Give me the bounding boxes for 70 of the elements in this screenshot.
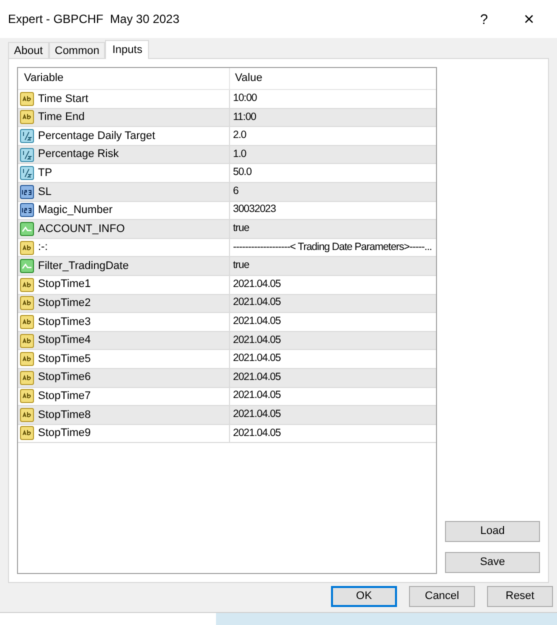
string-type-icon bbox=[20, 408, 34, 422]
value-cell[interactable]: -------------------< Trading Date Parameters>-----... bbox=[230, 238, 436, 256]
tab[interactable]: About bbox=[8, 42, 49, 58]
value-cell[interactable]: 30032023 bbox=[230, 202, 436, 220]
variable-name: :-: bbox=[38, 240, 48, 256]
variable-name: Magic_Number bbox=[38, 203, 113, 218]
value-cell[interactable]: 2021.04.05 bbox=[230, 388, 436, 406]
value-cell[interactable]: true bbox=[230, 220, 436, 238]
value-cell[interactable]: 2021.04.05 bbox=[230, 350, 436, 368]
value-cell[interactable]: 2.0 bbox=[230, 127, 436, 145]
value-cell[interactable]: 2021.04.05 bbox=[230, 368, 436, 386]
tab[interactable]: Inputs bbox=[105, 40, 150, 59]
string-type-icon bbox=[20, 278, 34, 292]
dialog-button[interactable]: Cancel bbox=[409, 586, 475, 607]
value-cell[interactable]: 10:00 bbox=[230, 90, 436, 108]
value-cell[interactable]: 50.0 bbox=[230, 164, 436, 182]
string-type-icon bbox=[20, 110, 34, 124]
variable-name: StopTime4 bbox=[38, 333, 91, 348]
value-cell[interactable]: 2021.04.05 bbox=[230, 294, 436, 312]
string-type-icon bbox=[20, 314, 34, 329]
variable-name: SL bbox=[38, 184, 52, 200]
dialog-button[interactable]: OK bbox=[331, 586, 397, 607]
tab[interactable]: Common bbox=[48, 42, 106, 58]
value-cell[interactable]: 2021.04.05 bbox=[230, 276, 436, 294]
fraction-type-icon bbox=[20, 148, 34, 162]
value-cell[interactable]: 2021.04.05 bbox=[230, 424, 436, 442]
string-type-icon bbox=[20, 92, 34, 106]
fraction-type-icon bbox=[20, 128, 34, 143]
variable-name: StopTime9 bbox=[38, 426, 91, 442]
fraction-type-icon bbox=[20, 166, 34, 180]
variable-name: Percentage Daily Target bbox=[38, 128, 156, 144]
string-type-icon bbox=[20, 370, 34, 385]
close-button[interactable]: × bbox=[509, 6, 549, 32]
string-type-icon bbox=[20, 334, 34, 348]
variable-name: StopTime2 bbox=[38, 296, 91, 312]
value-cell[interactable]: true bbox=[230, 257, 436, 275]
dialog-button[interactable]: Reset bbox=[487, 586, 553, 607]
string-type-icon bbox=[20, 296, 34, 310]
toggle-type-icon bbox=[20, 259, 34, 274]
variable-name: StopTime6 bbox=[38, 370, 91, 386]
value-cell[interactable]: 2021.04.05 bbox=[230, 332, 436, 350]
variable-name: Time End bbox=[38, 110, 85, 126]
column-header[interactable]: Value bbox=[230, 68, 436, 89]
variable-name: Percentage Risk bbox=[38, 147, 119, 162]
toggle-type-icon bbox=[20, 222, 34, 236]
variable-name: StopTime1 bbox=[38, 277, 91, 292]
number-type-icon bbox=[20, 184, 34, 199]
side-button[interactable]: Load bbox=[445, 521, 540, 542]
string-type-icon bbox=[20, 426, 34, 440]
side-button[interactable]: Save bbox=[445, 552, 540, 573]
value-cell[interactable]: 2021.04.05 bbox=[230, 313, 436, 331]
variable-name: TP bbox=[38, 166, 52, 181]
variable-name: StopTime3 bbox=[38, 314, 91, 330]
window-title: Expert - GBPCHF May 30 2023 bbox=[8, 11, 180, 28]
string-type-icon bbox=[20, 389, 34, 404]
value-cell[interactable]: 1.0 bbox=[230, 146, 436, 164]
variable-name: StopTime5 bbox=[38, 352, 91, 367]
value-cell[interactable]: 11:00 bbox=[230, 108, 436, 126]
string-type-icon bbox=[20, 352, 34, 366]
variable-name: ACCOUNT_INFO bbox=[38, 222, 125, 237]
variable-name: Filter_TradingDate bbox=[38, 258, 129, 274]
variable-name: Time Start bbox=[38, 92, 88, 107]
help-button[interactable]: ? bbox=[469, 8, 499, 30]
number-type-icon bbox=[20, 203, 34, 218]
variable-name: StopTime7 bbox=[38, 389, 91, 404]
string-type-icon bbox=[20, 240, 34, 255]
value-cell[interactable]: 6 bbox=[230, 182, 436, 201]
column-header[interactable]: Variable bbox=[18, 68, 230, 89]
variable-name: StopTime8 bbox=[38, 408, 91, 423]
value-cell[interactable]: 2021.04.05 bbox=[230, 406, 436, 424]
